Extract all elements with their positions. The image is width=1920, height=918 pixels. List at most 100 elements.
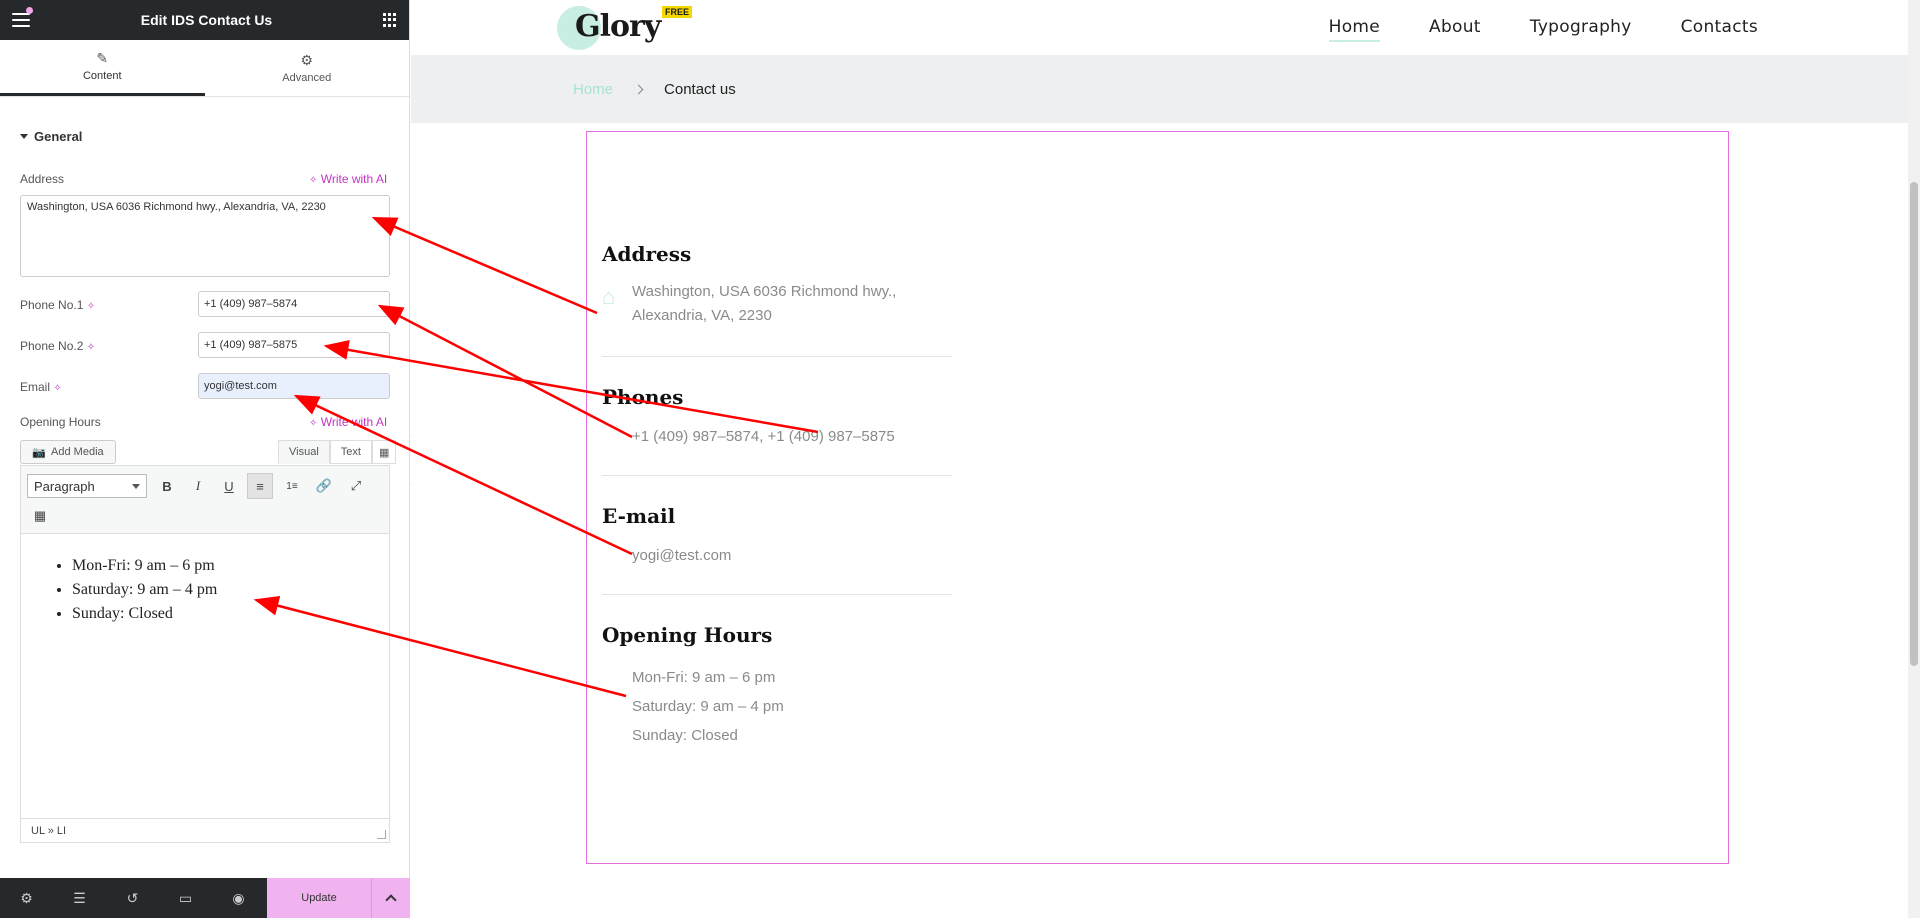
breadcrumb-home[interactable]: Home: [573, 81, 613, 98]
tab-content[interactable]: ✎ Content: [0, 40, 205, 96]
tab-text[interactable]: Text: [329, 440, 372, 464]
site-preview: Glory FREE Home About Typography Contact…: [411, 0, 1908, 918]
site-logo[interactable]: Glory: [557, 4, 667, 52]
hours-line: Saturday: 9 am – 4 pm: [632, 698, 784, 715]
divider: [602, 594, 952, 595]
email-block: E-mail yogi@test.com: [602, 504, 952, 568]
pencil-icon: ✎: [96, 50, 109, 66]
sparkle-icon: ✧: [309, 418, 318, 429]
tab-advanced-label: Advanced: [282, 71, 332, 84]
link-icon[interactable]: 🔗: [311, 473, 337, 499]
nav-about[interactable]: About: [1429, 17, 1481, 42]
tab-content-label: Content: [82, 70, 122, 82]
phones-block: Phones +1 (409) 987–5874, +1 (409) 987–5…: [602, 385, 952, 449]
free-badge: FREE: [662, 6, 693, 18]
section-general-label: General: [34, 129, 83, 144]
logo-text: Glory: [575, 9, 661, 44]
opening-hours-label: Opening Hours: [20, 415, 101, 429]
contact-widget[interactable]: Address ⌂ Washington, USA 6036 Richmond …: [586, 131, 1729, 864]
address-line-2: Alexandria, VA, 2230: [632, 307, 772, 324]
hours-block: Opening Hours Mon-Fri: 9 am – 6 pm Satur…: [602, 623, 952, 750]
rich-text-editor: Paragraph B I U ≡ 1≡ 🔗 ⤢ ▦ Mon-Fri: 9 am…: [20, 465, 390, 843]
preview-eye-icon[interactable]: ◉: [212, 890, 265, 907]
email-label: Email ✧: [20, 380, 62, 394]
phone2-input[interactable]: [198, 332, 390, 358]
caret-down-icon: [20, 134, 28, 139]
phone2-label-text: Phone No.2: [20, 339, 84, 353]
nav-home[interactable]: Home: [1328, 17, 1381, 42]
fullscreen-icon[interactable]: ⤢: [343, 473, 369, 499]
italic-icon[interactable]: I: [185, 473, 211, 499]
address-textarea[interactable]: Washington, USA 6036 Richmond hwy., Alex…: [20, 195, 390, 277]
breadcrumb-current: Contact us: [664, 80, 736, 98]
address-write-ai-label: Write with AI: [320, 172, 388, 186]
bold-icon[interactable]: B: [154, 473, 180, 499]
underline-icon[interactable]: U: [216, 473, 242, 499]
update-options-button[interactable]: [371, 878, 410, 918]
hours-line: Sunday: Closed: [632, 727, 738, 744]
divider: [602, 475, 952, 476]
widgets-grid-icon[interactable]: [383, 13, 397, 27]
notification-dot: [26, 7, 33, 14]
editor-panel: Edit IDS Contact Us ✎ Content ⚙ Advanced…: [0, 0, 410, 918]
scrollbar-thumb[interactable]: [1910, 182, 1918, 666]
phone2-label: Phone No.2 ✧: [20, 339, 95, 353]
address-write-ai-link[interactable]: ✧ Write with AI: [309, 172, 387, 186]
email-label-text: Email: [20, 380, 51, 394]
divider: [602, 356, 952, 357]
phone1-label: Phone No.1 ✧: [20, 298, 95, 312]
page-scrollbar[interactable]: [1908, 0, 1920, 918]
phone1-label-text: Phone No.1: [20, 298, 84, 312]
add-media-label: Add Media: [51, 446, 104, 458]
editor-title: Edit IDS Contact Us: [140, 12, 273, 28]
editor-header: Edit IDS Contact Us: [0, 0, 409, 40]
phones-heading: Phones: [602, 385, 684, 409]
list-item: Sunday: Closed: [72, 602, 389, 626]
email-text: yogi@test.com: [632, 547, 732, 564]
responsive-icon[interactable]: ▭: [159, 890, 212, 907]
section-general[interactable]: General: [20, 129, 82, 144]
rte-content[interactable]: Mon-Fri: 9 am – 6 pm Saturday: 9 am – 4 …: [21, 534, 389, 818]
sparkle-icon: ✧: [309, 175, 318, 186]
update-button[interactable]: Update: [267, 878, 371, 918]
history-icon[interactable]: ↺: [106, 890, 159, 907]
nav-typography[interactable]: Typography: [1530, 17, 1632, 42]
nav-contacts[interactable]: Contacts: [1681, 17, 1758, 42]
menu-icon[interactable]: [12, 7, 33, 27]
hours-write-ai-link[interactable]: ✧ Write with AI: [309, 415, 387, 429]
phones-text: +1 (409) 987–5874, +1 (409) 987–5875: [632, 428, 895, 445]
chevron-right-icon: [633, 84, 644, 94]
main-nav: Home About Typography Contacts: [1328, 17, 1758, 42]
hours-line: Mon-Fri: 9 am – 6 pm: [632, 669, 776, 686]
site-header: Glory FREE Home About Typography Contact…: [411, 0, 1908, 55]
toolbar-toggle-icon[interactable]: ▦: [27, 503, 53, 529]
tab-visual[interactable]: Visual: [278, 440, 330, 464]
editor-footer: ⚙ ☰ ↺ ▭ ◉ Update: [0, 878, 410, 918]
rte-toolbar: Paragraph B I U ≡ 1≡ 🔗 ⤢ ▦: [21, 466, 389, 534]
add-media-button[interactable]: 📷 Add Media: [20, 440, 116, 464]
list-item: Saturday: 9 am – 4 pm: [72, 578, 389, 602]
hours-write-ai-label: Write with AI: [320, 415, 388, 429]
settings-icon[interactable]: ⚙: [0, 890, 53, 907]
numbered-list-icon[interactable]: 1≡: [279, 473, 305, 499]
ai-sparkle-icon[interactable]: ✧: [87, 342, 95, 353]
email-heading: E-mail: [602, 504, 676, 528]
media-icon: 📷: [32, 446, 47, 459]
database-icon[interactable]: ▦: [371, 440, 397, 464]
bullet-list-icon[interactable]: ≡: [247, 473, 273, 499]
phone1-input[interactable]: [198, 291, 390, 317]
layers-icon[interactable]: ☰: [53, 890, 106, 907]
resize-handle[interactable]: [377, 830, 386, 839]
editor-mode-tabs: Visual Text ▦: [278, 440, 397, 464]
editor-tabs: ✎ Content ⚙ Advanced: [0, 40, 409, 97]
rte-path-status: UL » LI: [21, 818, 389, 842]
hours-heading: Opening Hours: [602, 623, 773, 647]
format-select[interactable]: Paragraph: [27, 474, 147, 498]
tab-advanced[interactable]: ⚙ Advanced: [205, 40, 410, 96]
list-item: Mon-Fri: 9 am – 6 pm: [72, 554, 389, 578]
rte-path-text: UL » LI: [31, 824, 67, 837]
chevron-up-icon: [385, 894, 397, 906]
ai-sparkle-icon[interactable]: ✧: [87, 301, 95, 312]
ai-sparkle-icon[interactable]: ✧: [53, 383, 61, 394]
email-input[interactable]: [198, 373, 390, 399]
